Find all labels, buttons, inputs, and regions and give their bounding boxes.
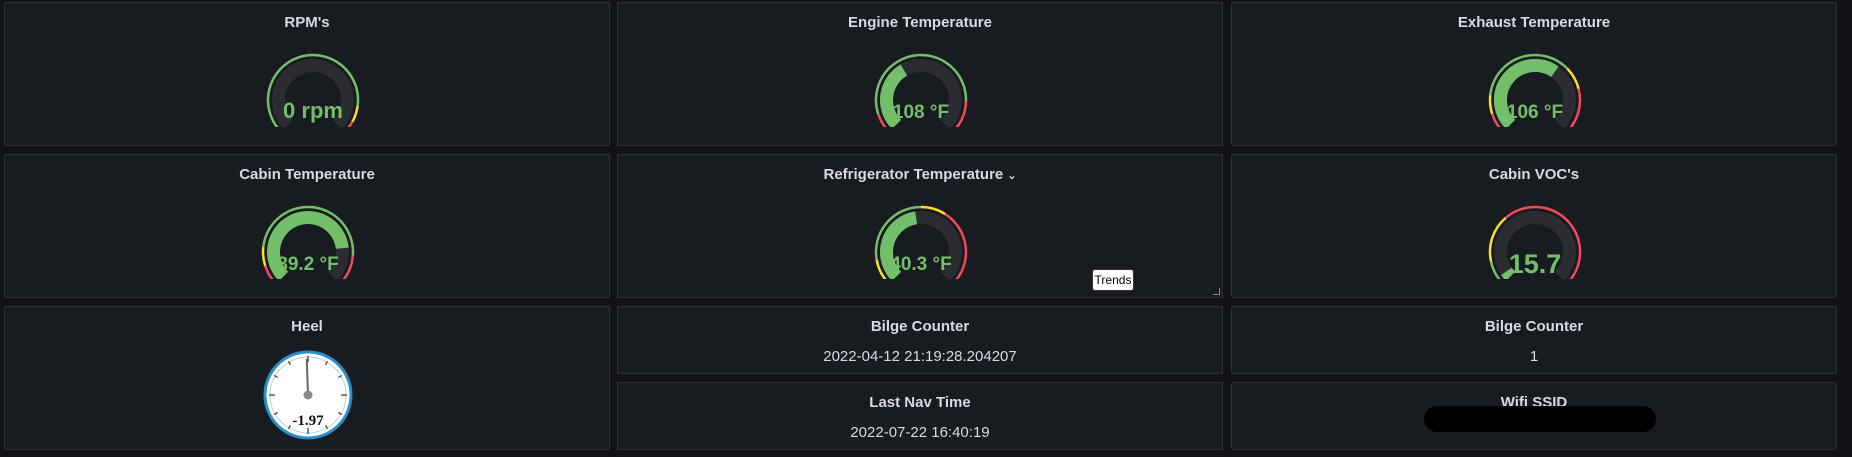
threshold-band [261,246,267,267]
chevron-down-icon[interactable]: ⌄ [1007,170,1016,182]
panel-exhaust-temperature[interactable]: Exhaust Temperature 106 °F [1231,2,1837,146]
gauge-value: 40.3 °F [890,254,951,275]
panel-last-nav-time[interactable]: Last Nav Time 2022-07-22 16:40:19 [617,382,1223,450]
exhaust-temperature-gauge: 106 °F [1488,53,1582,127]
threshold-band [1488,94,1494,115]
gauge-value: 0 rpm [283,98,343,123]
stat-value: 2022-07-22 16:40:19 [850,424,990,441]
panel-title-wrap[interactable]: Refrigerator Temperature ⌄ [618,166,1222,183]
panel-title: Bilge Counter [1484,318,1584,335]
gauge-value: 108 °F [893,102,949,123]
panel-title: Last Nav Time [869,394,971,411]
stat-value: 2022-04-12 21:19:28.204207 [823,348,1017,365]
dial-needle [305,358,309,396]
panel-title: Cabin Temperature [239,166,375,183]
dial-value: -1.97 [292,413,324,429]
resize-handle[interactable] [1213,288,1220,295]
heel-dial: -1.97 [263,350,353,440]
cabin-vocs-gauge: 15.7 [1488,205,1582,279]
rpm-gauge: 0 rpm [266,53,360,127]
engine-temperature-gauge: 108 °F [874,53,968,127]
gauge-value: 106 °F [1507,102,1563,123]
panel-title: Bilge Counter [870,318,970,335]
panel-rpm[interactable]: RPM's 0 rpm [4,2,610,146]
panel-title: Heel [291,318,323,335]
panel-title: RPM's [284,14,330,31]
panel-title: Exhaust Temperature [1457,14,1611,31]
redaction-mark [1424,406,1656,432]
refrigerator-temperature-gauge: 40.3 °F [874,205,968,279]
panel-bilge-counter-time[interactable]: Bilge Counter 2022-04-12 21:19:28.204207 [617,306,1223,374]
gauge-value: 89.2 °F [277,254,338,275]
panel-heel[interactable]: Heel -1.97 [4,306,610,450]
dial-hub [303,390,313,400]
panel-engine-temperature[interactable]: Engine Temperature 108 °F [617,2,1223,146]
panel-bilge-counter-count[interactable]: Bilge Counter 1 [1231,306,1837,374]
panel-title: Engine Temperature [848,14,992,31]
panel-cabin-temperature[interactable]: Cabin Temperature 89.2 °F [4,154,610,298]
panel-cabin-vocs[interactable]: Cabin VOC's 15.7 [1231,154,1837,298]
gauge-value: 15.7 [1509,249,1562,279]
stat-value: 1 [1529,348,1539,365]
cabin-temperature-gauge: 89.2 °F [261,205,355,279]
panel-title: Refrigerator Temperature [823,166,1004,183]
panel-title: Cabin VOC's [1488,166,1580,183]
trends-tooltip: Trends [1092,269,1134,291]
